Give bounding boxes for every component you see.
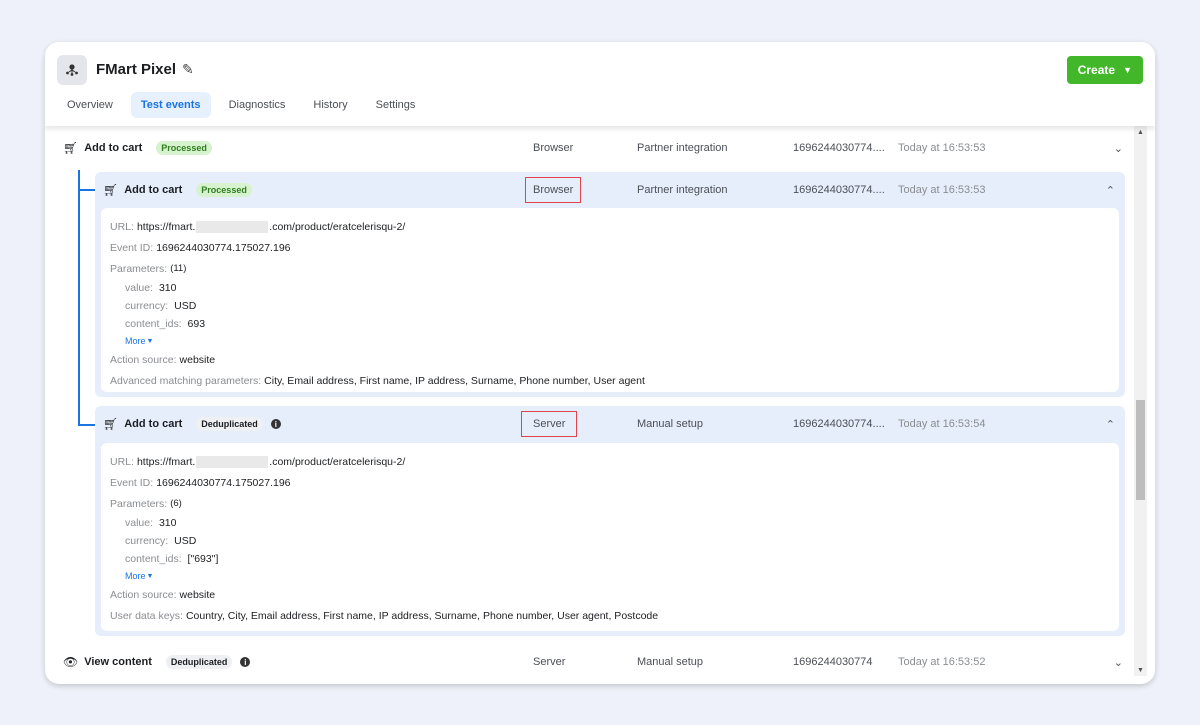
param-item: currency: USD — [125, 300, 197, 312]
event-id: 1696244030774.... — [793, 142, 885, 154]
scroll-down-arrow-icon[interactable]: ▼ — [1134, 664, 1147, 676]
pixel-icon — [57, 55, 87, 85]
cart-icon: 🛒︎ — [63, 141, 79, 155]
param-item: value: 310 — [125, 517, 177, 529]
cart-icon: 🛒︎ — [103, 417, 119, 431]
tab-history[interactable]: History — [303, 92, 357, 118]
more-link[interactable]: More ▼ — [110, 568, 1110, 584]
url-line: URL: https://fmart. .com/product/eratcele… — [110, 220, 406, 233]
tab-diagnostics[interactable]: Diagnostics — [219, 92, 296, 118]
event-id: 1696244030774 — [793, 656, 873, 668]
caret-down-icon: ▼ — [146, 337, 154, 345]
cart-icon: 🛒︎ — [103, 183, 119, 197]
redacted-block — [196, 455, 269, 468]
event-setup: Partner integration — [637, 184, 728, 196]
event-name: View content — [84, 656, 152, 668]
param-item: value: 310 — [125, 282, 177, 294]
event-details: URL: https://fmart. .com/product/eratcele… — [101, 208, 1119, 392]
scroll-up-arrow-icon[interactable]: ▲ — [1134, 126, 1147, 138]
eye-icon: 👁︎ — [63, 655, 79, 669]
caret-down-icon: ▼ — [146, 572, 154, 580]
redacted-block — [196, 220, 269, 233]
pixel-window: FMart Pixel ✎ Create ▼ Overview Test eve… — [45, 42, 1155, 684]
event-source: Browser — [525, 177, 582, 203]
event-row[interactable]: 🛒︎ Add to cart Deduplicated i Server Man… — [95, 406, 1125, 442]
status-badge: Processed — [156, 141, 212, 155]
event-name: Add to cart — [124, 184, 183, 196]
event-setup: Manual setup — [637, 656, 704, 668]
parameters-line: Parameters: (11) — [110, 262, 187, 275]
event-row[interactable]: 🛒︎ Add to cart Processed Browser Partner… — [95, 172, 1125, 208]
action-source-line: Action source: website — [110, 588, 216, 601]
param-item: content_ids: 693 — [125, 318, 206, 330]
event-group: 🛒︎ Add to cart Deduplicated i Server Man… — [95, 406, 1125, 636]
tab-test-events[interactable]: Test events — [130, 92, 211, 118]
event-name: Add to cart — [84, 142, 143, 154]
event-setup: Manual setup — [637, 418, 704, 430]
event-id: 1696244030774.... — [793, 418, 885, 430]
event-row[interactable]: 👁︎ View content Deduplicated i Server Ma… — [45, 644, 1133, 680]
event-group: 🛒︎ Add to cart Processed Browser Partner… — [95, 172, 1125, 397]
event-setup: Partner integration — [637, 142, 728, 154]
tree-branch — [78, 424, 95, 426]
create-label: Create — [1077, 63, 1116, 77]
param-item: currency: USD — [125, 535, 197, 547]
page-header: FMart Pixel ✎ Create ▼ Overview Test eve… — [45, 42, 1155, 126]
event-details: URL: https://fmart. .com/product/eratcele… — [101, 443, 1119, 631]
status-badge: Deduplicated — [196, 417, 263, 431]
events-list: 🛒︎ Add to cart Processed Browser Partner… — [45, 126, 1133, 684]
status-badge: Deduplicated — [165, 655, 233, 669]
parameters-line: Parameters: (6) — [110, 497, 182, 510]
chevron-up-icon[interactable]: ⌃ — [1106, 172, 1115, 208]
tab-bar: Overview Test events Diagnostics History… — [57, 92, 425, 118]
tree-branch — [78, 189, 95, 191]
pencil-icon[interactable]: ✎ — [182, 61, 194, 78]
info-icon[interactable]: i — [240, 657, 251, 667]
event-row[interactable]: 🛒︎ Add to cart Processed Browser Partner… — [45, 130, 1133, 166]
scroll-thumb[interactable] — [1136, 400, 1145, 500]
scrollbar[interactable]: ▲ ▼ — [1134, 126, 1147, 676]
event-name: Add to cart — [124, 418, 183, 430]
event-time: Today at 16:53:52 — [898, 656, 986, 668]
event-source: Browser — [533, 142, 574, 154]
action-source-line: Action source: website — [110, 353, 216, 366]
event-source: Server — [521, 411, 578, 437]
more-link[interactable]: More ▼ — [110, 333, 1110, 349]
chevron-up-icon[interactable]: ⌃ — [1106, 406, 1115, 442]
event-id-line: Event ID: 1696244030774.175027.196 — [110, 241, 291, 254]
caret-down-icon: ▼ — [1123, 65, 1132, 75]
page-title: FMart Pixel ✎ — [96, 61, 194, 78]
status-badge: Processed — [196, 183, 252, 197]
event-time: Today at 16:53:54 — [898, 418, 986, 430]
event-time: Today at 16:53:53 — [898, 142, 986, 154]
event-source: Server — [533, 656, 566, 668]
tab-overview[interactable]: Overview — [57, 92, 123, 118]
event-time: Today at 16:53:53 — [898, 184, 986, 196]
chevron-down-icon[interactable]: ⌄ — [1114, 644, 1123, 680]
matching-params-line: Advanced matching parameters: City, Emai… — [110, 374, 645, 387]
tree-connector — [78, 170, 80, 426]
pixel-name: FMart Pixel — [96, 61, 177, 78]
tab-settings[interactable]: Settings — [366, 92, 426, 118]
create-button[interactable]: Create ▼ — [1066, 56, 1143, 84]
info-icon[interactable]: i — [270, 419, 281, 429]
chevron-down-icon[interactable]: ⌄ — [1114, 130, 1123, 166]
url-line: URL: https://fmart. .com/product/eratcele… — [110, 455, 406, 468]
user-data-keys-line: User data keys: Country, City, Email add… — [110, 609, 659, 622]
event-id: 1696244030774.... — [793, 184, 885, 196]
event-id-line: Event ID: 1696244030774.175027.196 — [110, 476, 291, 489]
param-item: content_ids: ["693"] — [125, 553, 219, 565]
